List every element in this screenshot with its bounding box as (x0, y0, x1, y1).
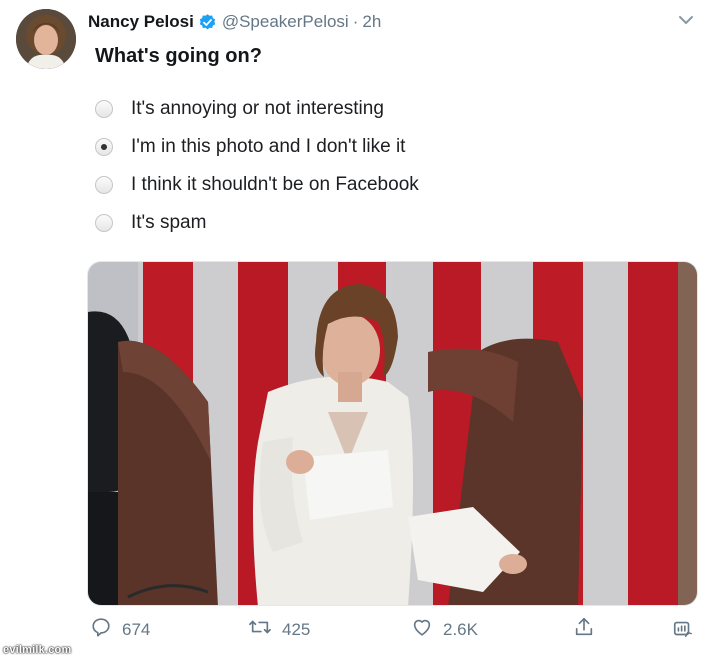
retweet-icon (248, 616, 282, 643)
report-options: It's annoying or not interesting I'm in … (95, 90, 655, 242)
verified-badge-icon (198, 13, 217, 32)
radio-button[interactable] (95, 214, 113, 232)
watermark: evilmilk.com (3, 644, 72, 656)
option-label: I think it shouldn't be on Facebook (131, 174, 419, 195)
radio-button[interactable] (95, 176, 113, 194)
retweet-count: 425 (282, 619, 311, 639)
analytics-icon (672, 618, 704, 645)
tweet-actions: 674 425 2.6K (88, 616, 708, 644)
reply-count: 674 (122, 619, 151, 639)
retweet-button[interactable]: 425 (248, 616, 310, 643)
option-label: It's spam (131, 212, 207, 233)
tweet-header: Nancy Pelosi @SpeakerPelosi · 2h (88, 10, 381, 34)
tweet: Nancy Pelosi @SpeakerPelosi · 2h What's … (0, 0, 720, 658)
tweet-photo[interactable] (87, 261, 698, 606)
radio-button[interactable] (95, 100, 113, 118)
option-label: It's annoying or not interesting (131, 98, 384, 119)
reply-icon (90, 616, 122, 643)
share-button[interactable] (573, 616, 605, 643)
reply-button[interactable]: 674 (90, 616, 150, 643)
report-option-in-photo[interactable]: I'm in this photo and I don't like it (95, 128, 655, 166)
radio-button-selected[interactable] (95, 138, 113, 156)
report-option-spam[interactable]: It's spam (95, 204, 655, 242)
header-separator: · (352, 12, 359, 31)
share-icon (573, 616, 605, 643)
avatar[interactable] (16, 9, 76, 69)
author-handle[interactable]: @SpeakerPelosi (222, 12, 349, 32)
author-name[interactable]: Nancy Pelosi (88, 12, 194, 32)
like-count: 2.6K (443, 619, 478, 639)
tweet-timestamp[interactable]: 2h (362, 12, 381, 32)
chevron-down-icon[interactable] (676, 10, 696, 30)
report-option-annoying[interactable]: It's annoying or not interesting (95, 90, 655, 128)
analytics-button[interactable] (672, 618, 704, 645)
report-option-not-on-facebook[interactable]: I think it shouldn't be on Facebook (95, 166, 655, 204)
report-question: What's going on? (95, 45, 262, 67)
heart-icon (411, 616, 443, 643)
like-button[interactable]: 2.6K (411, 616, 478, 643)
option-label: I'm in this photo and I don't like it (131, 136, 406, 157)
